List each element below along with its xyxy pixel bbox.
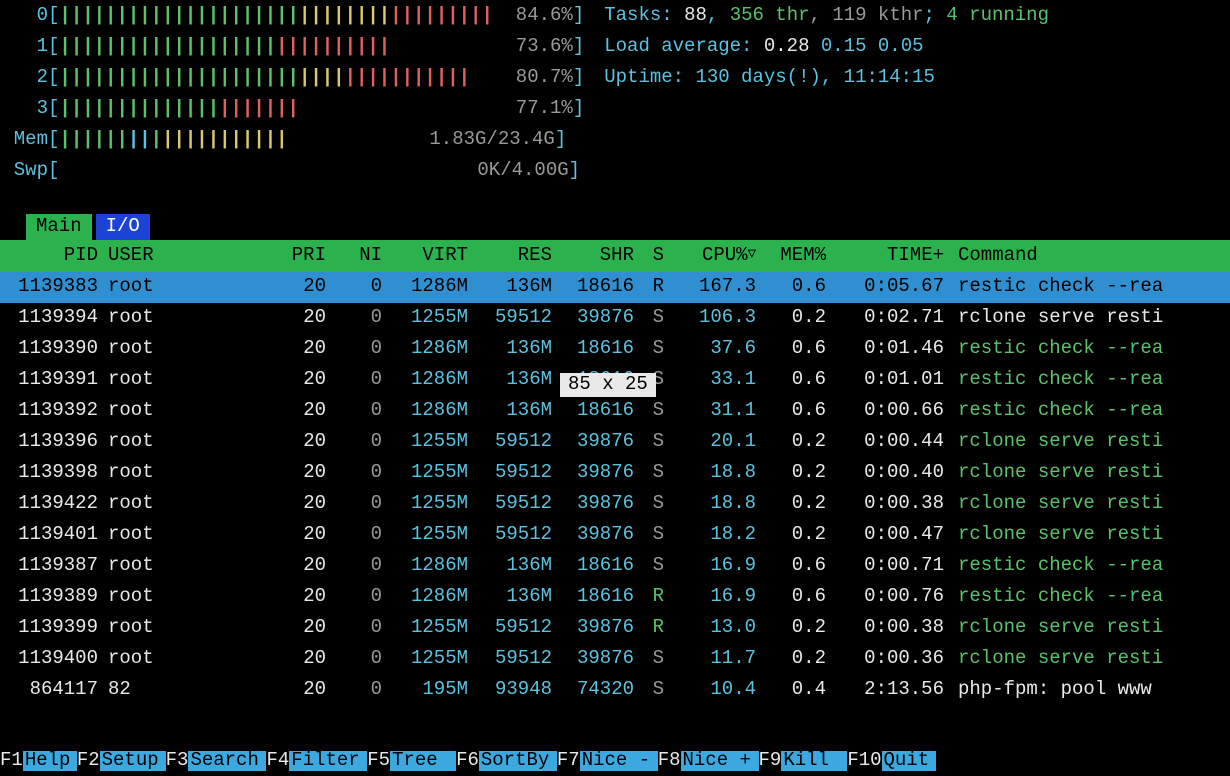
fkey-F1[interactable]: F1	[0, 751, 23, 771]
fkey-F3[interactable]: F3	[166, 751, 189, 771]
process-row[interactable]: 86411782200195M9394874320S10.40.42:13.56…	[0, 675, 1230, 706]
process-row[interactable]: 1139392root2001286M136M18616S31.10.60:00…	[0, 396, 1230, 427]
process-row[interactable]: 1139387root2001286M136M18616S16.90.60:00…	[0, 551, 1230, 582]
fkey-label-F1[interactable]: Help	[23, 751, 77, 771]
fkey-F5[interactable]: F5	[367, 751, 390, 771]
process-row[interactable]: 1139390root2001286M136M18616S37.60.60:01…	[0, 334, 1230, 365]
fkey-label-F9[interactable]: Kill	[781, 751, 847, 771]
fkey-F7[interactable]: F7	[557, 751, 580, 771]
process-row[interactable]: 1139398root2001255M5951239876S18.80.20:0…	[0, 458, 1230, 489]
tab-bar: MainI/O	[0, 214, 1230, 240]
fkey-label-F7[interactable]: Nice -	[580, 751, 658, 771]
fkey-label-F10[interactable]: Quit	[882, 751, 936, 771]
cpu-meter-2: 2[|||||||||||||||||||||||||||||||||||| 8…	[0, 62, 1230, 93]
cpu-meter-0: 0[||||||||||||||||||||||||||||||||||||||…	[0, 0, 1230, 31]
cpu-meter-1: 1[||||||||||||||||||||||||||||| 73.6%]Lo…	[0, 31, 1230, 62]
process-row[interactable]: 1139401root2001255M5951239876S18.20.20:0…	[0, 520, 1230, 551]
tab-main[interactable]: Main	[26, 214, 92, 240]
fkey-label-F5[interactable]: Tree	[390, 751, 456, 771]
process-row[interactable]: 1139396root2001255M5951239876S20.10.20:0…	[0, 427, 1230, 458]
process-row[interactable]: 1139383root2001286M136M18616R167.30.60:0…	[0, 272, 1230, 303]
cpu-meter-3: 3[||||||||||||||||||||| 77.1%]	[0, 93, 1230, 124]
function-key-bar: F1HelpF2SetupF3SearchF4FilterF5TreeF6Sor…	[0, 746, 936, 776]
swp-meter: Swp[0K/4.00G]	[0, 155, 1230, 186]
process-row[interactable]: 1139422root2001255M5951239876S18.80.20:0…	[0, 489, 1230, 520]
process-row[interactable]: 1139389root2001286M136M18616R16.90.60:00…	[0, 582, 1230, 613]
fkey-F6[interactable]: F6	[456, 751, 479, 771]
process-header[interactable]: PIDUSERPRINIVIRTRESSHRSCPU%▽MEM%TIME+Com…	[0, 240, 1230, 272]
fkey-label-F8[interactable]: Nice +	[681, 751, 759, 771]
fkey-F2[interactable]: F2	[77, 751, 100, 771]
fkey-label-F6[interactable]: SortBy	[479, 751, 557, 771]
process-row[interactable]: 1139400root2001255M5951239876S11.70.20:0…	[0, 644, 1230, 675]
fkey-F10[interactable]: F10	[847, 751, 881, 771]
tab-io[interactable]: I/O	[96, 214, 150, 240]
fkey-F9[interactable]: F9	[759, 751, 782, 771]
resize-overlay: 85 x 25	[560, 373, 656, 397]
fkey-F4[interactable]: F4	[266, 751, 289, 771]
fkey-label-F3[interactable]: Search	[188, 751, 266, 771]
fkey-label-F4[interactable]: Filter	[289, 751, 367, 771]
fkey-F8[interactable]: F8	[658, 751, 681, 771]
process-row[interactable]: 1139399root2001255M5951239876R13.00.20:0…	[0, 613, 1230, 644]
process-row[interactable]: 1139394root2001255M5951239876S106.30.20:…	[0, 303, 1230, 334]
mem-meter: Mem[||||||||||||||||||||1.83G/23.4G]	[0, 124, 1230, 155]
fkey-label-F2[interactable]: Setup	[100, 751, 166, 771]
